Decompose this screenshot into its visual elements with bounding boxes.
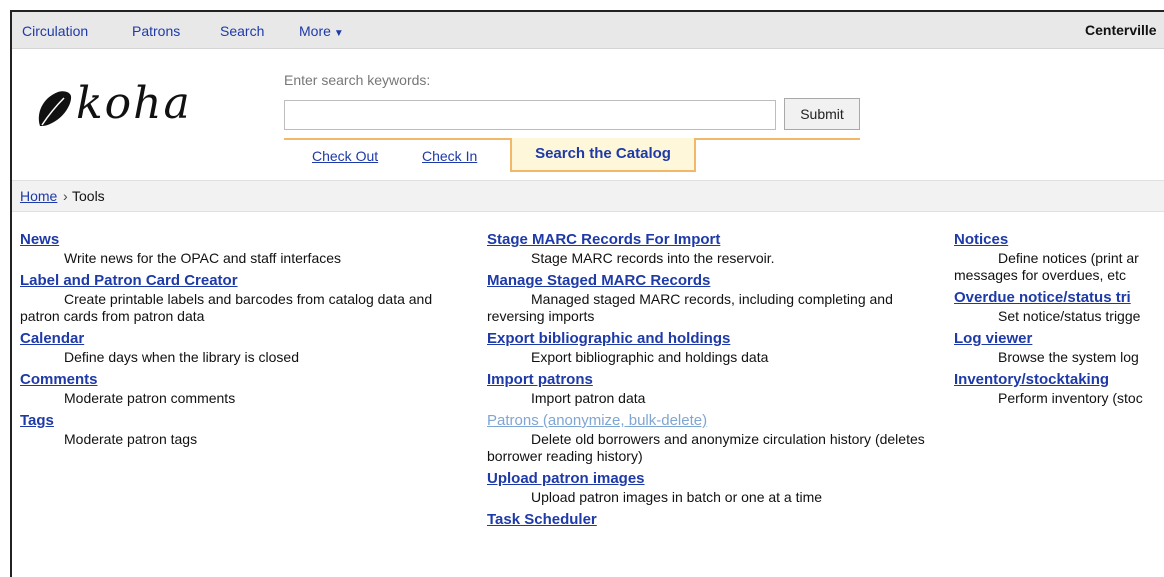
- nav-circulation[interactable]: Circulation: [22, 23, 88, 39]
- tool-log-viewer-link[interactable]: Log viewer: [954, 329, 1164, 349]
- tool-notices-link[interactable]: Notices: [954, 230, 1164, 250]
- breadcrumb: Home › Tools: [12, 180, 1164, 212]
- tool-stage-marc-link[interactable]: Stage MARC Records For Import: [487, 230, 927, 250]
- tool-calendar-desc: Define days when the library is closed: [64, 349, 300, 365]
- tool-label-creator-link[interactable]: Label and Patron Card Creator: [20, 271, 460, 291]
- tool-news: News Write news for the OPAC and staff i…: [20, 230, 460, 267]
- tab-check-in[interactable]: Check In: [422, 148, 477, 164]
- top-navigation-bar: Circulation Patrons Search More ▼ Centerv…: [12, 12, 1164, 49]
- breadcrumb-home-link[interactable]: Home: [20, 181, 57, 211]
- tool-export: Export bibliographic and holdings Export…: [487, 329, 927, 366]
- tool-task-scheduler-link[interactable]: Task Scheduler: [487, 510, 927, 530]
- tool-stage-marc: Stage MARC Records For Import Stage MARC…: [487, 230, 927, 267]
- tool-stage-marc-desc: Stage MARC records into the reservoir.: [531, 250, 775, 266]
- tool-overdue-triggers-desc: Set notice/status trigge: [998, 308, 1141, 324]
- tool-upload-images-link[interactable]: Upload patron images: [487, 469, 927, 489]
- tool-patrons-anonymize-link[interactable]: Patrons (anonymize, bulk-delete): [487, 411, 927, 431]
- tool-label-creator: Label and Patron Card Creator Create pri…: [20, 271, 460, 325]
- tool-notices-desc: Define notices (print ar messages for ov…: [954, 250, 1139, 283]
- tool-import-patrons-link[interactable]: Import patrons: [487, 370, 927, 390]
- tool-export-link[interactable]: Export bibliographic and holdings: [487, 329, 927, 349]
- tab-search-catalog[interactable]: Search the Catalog: [510, 138, 696, 172]
- nav-search[interactable]: Search: [220, 23, 264, 39]
- breadcrumb-separator: ›: [63, 188, 68, 204]
- chevron-down-icon: ▼: [333, 28, 344, 39]
- tools-column-2: Stage MARC Records For Import Stage MARC…: [487, 230, 927, 530]
- nav-more-label: More: [299, 23, 331, 39]
- nav-more-menu[interactable]: More ▼: [299, 23, 344, 39]
- tool-comments: Comments Moderate patron comments: [20, 370, 460, 407]
- tool-comments-link[interactable]: Comments: [20, 370, 460, 390]
- tool-news-link[interactable]: News: [20, 230, 460, 250]
- tool-log-viewer-desc: Browse the system log: [998, 349, 1139, 365]
- tool-manage-staged: Manage Staged MARC Records Managed stage…: [487, 271, 927, 325]
- tool-label-creator-desc: Create printable labels and barcodes fro…: [20, 291, 433, 324]
- search-label: Enter search keywords:: [284, 72, 431, 88]
- tool-manage-staged-desc: Managed staged MARC records, including c…: [487, 291, 893, 324]
- tools-column-1: News Write news for the OPAC and staff i…: [20, 230, 460, 452]
- koha-logo[interactable]: koha: [34, 74, 264, 134]
- tool-calendar-link[interactable]: Calendar: [20, 329, 460, 349]
- tools-column-3: Notices Define notices (print ar message…: [954, 230, 1164, 411]
- tool-patrons-anonymize-desc: Delete old borrowers and anonymize circu…: [487, 431, 925, 464]
- tool-patrons-anonymize: Patrons (anonymize, bulk-delete) Delete …: [487, 411, 927, 465]
- tool-tags: Tags Moderate patron tags: [20, 411, 460, 448]
- tool-tags-link[interactable]: Tags: [20, 411, 460, 431]
- tool-import-patrons: Import patrons Import patron data: [487, 370, 927, 407]
- logo-wordmark: koha: [76, 78, 192, 129]
- catalog-search-input[interactable]: [284, 100, 776, 130]
- tool-notices: Notices Define notices (print ar message…: [954, 230, 1164, 284]
- tool-tags-desc: Moderate patron tags: [64, 431, 198, 447]
- tool-inventory-desc: Perform inventory (stoc: [998, 390, 1143, 406]
- tool-overdue-triggers: Overdue notice/status tri Set notice/sta…: [954, 288, 1164, 325]
- tool-upload-images: Upload patron images Upload patron image…: [487, 469, 927, 506]
- library-name[interactable]: Centerville: [1085, 22, 1157, 38]
- nav-patrons[interactable]: Patrons: [132, 23, 180, 39]
- tool-task-scheduler: Task Scheduler: [487, 510, 927, 530]
- browser-viewport: Circulation Patrons Search More ▼ Centerv…: [10, 10, 1164, 577]
- tab-check-out[interactable]: Check Out: [312, 148, 378, 164]
- tool-inventory-link[interactable]: Inventory/stocktaking: [954, 370, 1164, 390]
- tool-calendar: Calendar Define days when the library is…: [20, 329, 460, 366]
- tool-overdue-triggers-link[interactable]: Overdue notice/status tri: [954, 288, 1164, 308]
- tool-news-desc: Write news for the OPAC and staff interf…: [64, 250, 342, 266]
- breadcrumb-current: Tools: [72, 188, 105, 204]
- tool-manage-staged-link[interactable]: Manage Staged MARC Records: [487, 271, 927, 291]
- tool-upload-images-desc: Upload patron images in batch or one at …: [531, 489, 823, 505]
- tool-inventory: Inventory/stocktaking Perform inventory …: [954, 370, 1164, 407]
- submit-button[interactable]: Submit: [784, 98, 860, 130]
- tool-import-patrons-desc: Import patron data: [531, 390, 646, 406]
- tool-comments-desc: Moderate patron comments: [64, 390, 236, 406]
- koha-leaf-icon: [38, 91, 72, 126]
- tool-log-viewer: Log viewer Browse the system log: [954, 329, 1164, 366]
- tool-export-desc: Export bibliographic and holdings data: [531, 349, 769, 365]
